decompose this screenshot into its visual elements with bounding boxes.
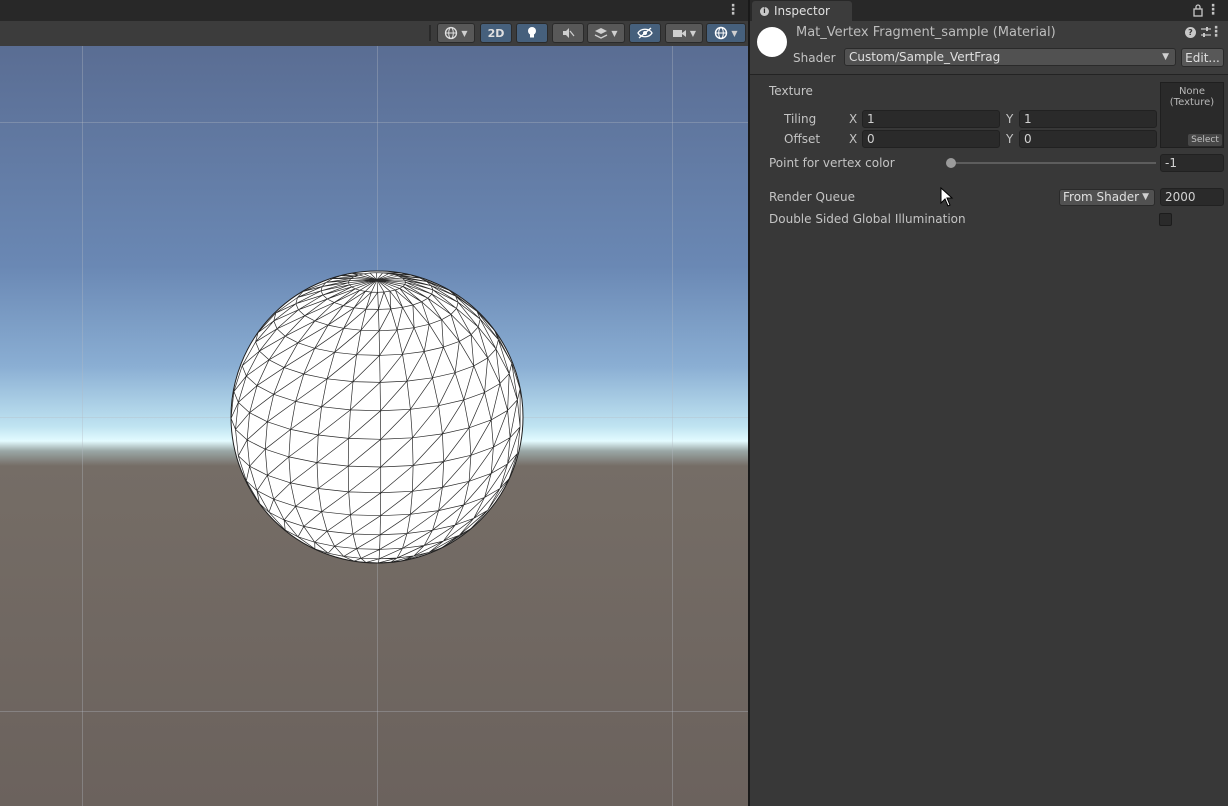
render-queue-label: Render Queue bbox=[769, 190, 855, 204]
draw-mode-dropdown[interactable]: ▼ bbox=[437, 23, 475, 43]
point-slider-track[interactable] bbox=[950, 162, 1156, 164]
texture-select-button[interactable]: Select bbox=[1188, 134, 1222, 146]
effects-dropdown[interactable]: ▼ bbox=[587, 23, 625, 43]
point-value-field[interactable]: -1 bbox=[1160, 154, 1224, 172]
scene-toolbar: ▼ 2D ▼ ▼ ▼ bbox=[0, 21, 748, 47]
tiling-label: Tiling bbox=[784, 112, 817, 126]
scene-view[interactable]: ⋮ ▼ 2D ▼ ▼ ▼ bbox=[0, 0, 748, 806]
tiling-x-label: X bbox=[849, 112, 858, 126]
material-header: Mat_Vertex Fragment_sample (Material) ? … bbox=[750, 21, 1228, 75]
toggle-lighting-button[interactable] bbox=[516, 23, 548, 43]
tiling-x-field[interactable]: 1 bbox=[862, 110, 1000, 128]
inspector-tab-bar: i Inspector ⋮ bbox=[750, 0, 1228, 21]
inspector-menu-icon[interactable]: ⋮ bbox=[1206, 2, 1220, 18]
inspector-panel: i Inspector ⋮ Mat_Vertex Fragment_sample… bbox=[750, 0, 1228, 806]
scene-viewport[interactable] bbox=[0, 46, 748, 806]
lightbulb-icon bbox=[528, 27, 536, 38]
globe-icon bbox=[445, 26, 458, 40]
chevron-down-icon: ▼ bbox=[689, 28, 697, 38]
tiling-y-label: Y bbox=[1006, 112, 1014, 126]
point-vertex-color-label: Point for vertex color bbox=[769, 156, 895, 170]
offset-x-field[interactable]: 0 bbox=[862, 130, 1000, 148]
shader-dropdown[interactable]: Custom/Sample_VertFrag ▼ bbox=[844, 48, 1176, 66]
offset-x-label: X bbox=[849, 132, 858, 146]
texture-label: Texture bbox=[769, 84, 813, 98]
camera-icon bbox=[672, 29, 686, 37]
scene-menu-icon[interactable]: ⋮ bbox=[726, 2, 740, 18]
gizmos-dropdown[interactable]: ▼ bbox=[706, 23, 746, 43]
camera-dropdown[interactable]: ▼ bbox=[665, 23, 703, 43]
lock-icon[interactable] bbox=[1192, 3, 1204, 17]
toggle-audio-button[interactable] bbox=[552, 23, 584, 43]
render-queue-mode: From Shader bbox=[1063, 190, 1140, 204]
shader-label: Shader bbox=[793, 51, 836, 65]
texture-slot-text: None (Texture) bbox=[1169, 86, 1215, 108]
offset-y-field[interactable]: 0 bbox=[1019, 130, 1157, 148]
mouse-cursor-icon bbox=[940, 187, 954, 207]
offset-label: Offset bbox=[784, 132, 821, 146]
wireframe-sphere[interactable] bbox=[0, 46, 748, 806]
point-slider-thumb[interactable] bbox=[946, 158, 956, 168]
texture-slot[interactable]: None (Texture) Select bbox=[1160, 82, 1224, 148]
material-menu-icon[interactable]: ⋮ bbox=[1209, 24, 1223, 40]
dsgi-checkbox[interactable] bbox=[1159, 213, 1172, 226]
dsgi-label: Double Sided Global Illumination bbox=[769, 212, 966, 226]
edit-shader-button[interactable]: Edit... bbox=[1181, 48, 1224, 67]
chevron-down-icon: ▼ bbox=[1162, 52, 1169, 62]
chevron-down-icon: ▼ bbox=[731, 28, 738, 38]
layers-icon bbox=[595, 28, 608, 39]
shader-value: Custom/Sample_VertFrag bbox=[849, 50, 1001, 64]
tiling-y-field[interactable]: 1 bbox=[1019, 110, 1157, 128]
offset-y-label: Y bbox=[1006, 132, 1014, 146]
render-queue-value-field[interactable]: 2000 bbox=[1160, 188, 1224, 206]
tab-inspector[interactable]: i Inspector bbox=[752, 1, 852, 21]
gizmo-globe-icon bbox=[715, 26, 728, 40]
chevron-down-icon: ▼ bbox=[1142, 192, 1149, 202]
chevron-down-icon: ▼ bbox=[611, 28, 618, 38]
help-icon[interactable]: ? bbox=[1185, 27, 1196, 38]
tab-inspector-label: Inspector bbox=[774, 4, 830, 18]
toolbar-separator bbox=[429, 25, 431, 41]
hidden-eye-icon bbox=[637, 27, 653, 39]
toggle-2d-label: 2D bbox=[487, 26, 505, 40]
speaker-muted-icon bbox=[563, 28, 575, 38]
material-title: Mat_Vertex Fragment_sample (Material) bbox=[796, 25, 1056, 40]
scene-tab-bar: ⋮ bbox=[0, 0, 748, 21]
info-icon: i bbox=[760, 6, 769, 16]
chevron-down-icon: ▼ bbox=[461, 28, 468, 38]
render-queue-dropdown[interactable]: From Shader ▼ bbox=[1059, 189, 1155, 206]
scene-visibility-button[interactable] bbox=[629, 23, 661, 43]
toggle-2d-button[interactable]: 2D bbox=[480, 23, 512, 43]
material-preview bbox=[757, 27, 787, 57]
